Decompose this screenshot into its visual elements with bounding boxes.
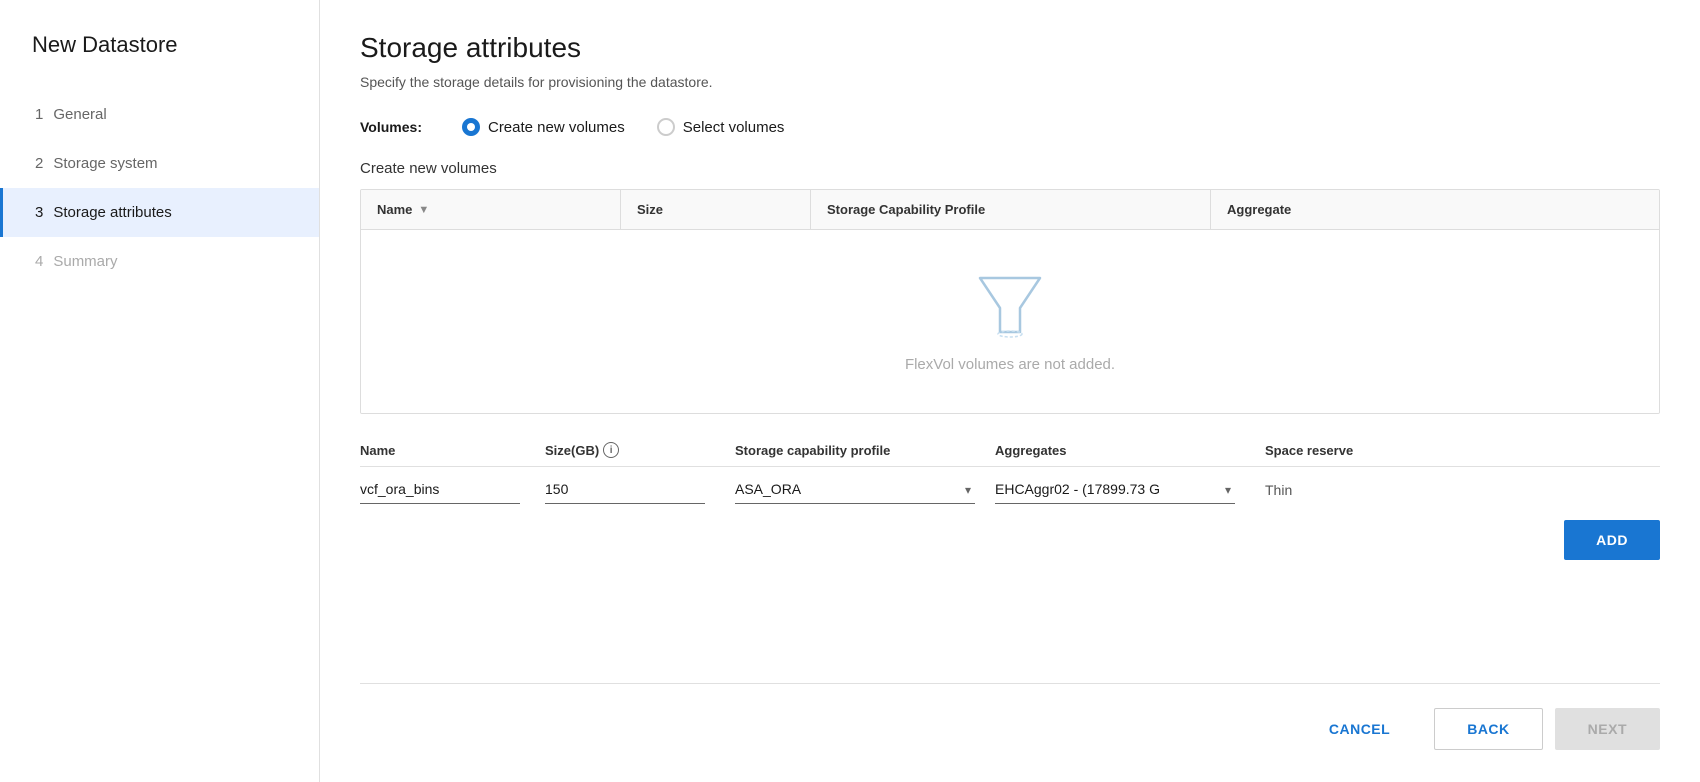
nav-label-storage-system: Storage system — [53, 155, 157, 172]
sidebar: New Datastore 1 General 2 Storage system… — [0, 0, 320, 782]
add-form: Name Size(GB) i Storage capability profi… — [360, 438, 1660, 504]
radio-create-circle — [462, 118, 480, 136]
col-name: Name ▼ — [361, 190, 621, 229]
nav-num-summary: 4 — [35, 253, 43, 270]
sidebar-item-general[interactable]: 1 General — [0, 90, 319, 139]
add-btn-row: ADD — [360, 520, 1660, 560]
nav-label-summary: Summary — [53, 253, 117, 270]
sidebar-item-storage-system[interactable]: 2 Storage system — [0, 139, 319, 188]
funnel-icon — [970, 270, 1050, 340]
form-cell-aggregates: EHCAggr02 - (17899.73 G ▾ — [995, 475, 1265, 504]
form-label-aggregates: Aggregates — [995, 438, 1265, 462]
nav-num-storage-system: 2 — [35, 155, 43, 172]
volumes-label: Volumes: — [360, 119, 422, 135]
form-header: Name Size(GB) i Storage capability profi… — [360, 438, 1660, 467]
scp-select-wrapper: ASA_ORA ▾ — [735, 475, 975, 504]
radio-select-circle — [657, 118, 675, 136]
col-scp: Storage Capability Profile — [811, 190, 1211, 229]
sidebar-nav: 1 General 2 Storage system 3 Storage att… — [0, 90, 319, 286]
volumes-table: Name ▼ Size Storage Capability Profile A… — [360, 189, 1660, 414]
form-row: ASA_ORA ▾ EHCAggr02 - (17899.73 G ▾ Thin — [360, 475, 1660, 504]
size-input[interactable] — [545, 475, 705, 504]
radio-select-label: Select volumes — [683, 119, 785, 136]
aggregates-select[interactable]: EHCAggr02 - (17899.73 G — [995, 475, 1235, 504]
space-reserve-value: Thin — [1265, 476, 1292, 504]
form-cell-space-reserve: Thin — [1265, 482, 1445, 498]
table-header: Name ▼ Size Storage Capability Profile A… — [361, 190, 1659, 230]
form-cell-size — [545, 475, 735, 504]
filter-icon[interactable]: ▼ — [418, 204, 429, 216]
nav-num-storage-attributes: 3 — [35, 204, 43, 221]
sidebar-item-storage-attributes[interactable]: 3 Storage attributes — [0, 188, 319, 237]
nav-label-storage-attributes: Storage attributes — [53, 204, 171, 221]
size-info-icon[interactable]: i — [603, 442, 619, 458]
scp-select[interactable]: ASA_ORA — [735, 475, 975, 504]
main-content: Storage attributes Specify the storage d… — [320, 0, 1700, 782]
page-title: Storage attributes — [360, 32, 1660, 64]
next-button: NEXT — [1555, 708, 1660, 750]
col-size: Size — [621, 190, 811, 229]
back-button[interactable]: BACK — [1434, 708, 1542, 750]
sidebar-item-summary[interactable]: 4 Summary — [0, 237, 319, 286]
radio-select-volumes[interactable]: Select volumes — [657, 118, 785, 136]
section-label: Create new volumes — [360, 160, 1660, 177]
name-input[interactable] — [360, 475, 520, 504]
col-aggregate: Aggregate — [1211, 190, 1659, 229]
footer: CANCEL BACK NEXT — [360, 683, 1660, 750]
form-label-name: Name — [360, 438, 545, 462]
form-label-space-reserve: Space reserve — [1265, 438, 1445, 462]
form-label-size: Size(GB) i — [545, 438, 735, 462]
sidebar-title: New Datastore — [0, 32, 319, 90]
form-label-scp: Storage capability profile — [735, 438, 995, 462]
nav-label-general: General — [53, 106, 106, 123]
cancel-button[interactable]: CANCEL — [1297, 709, 1422, 749]
form-cell-scp: ASA_ORA ▾ — [735, 475, 995, 504]
add-button[interactable]: ADD — [1564, 520, 1660, 560]
radio-create-label: Create new volumes — [488, 119, 625, 136]
empty-state: FlexVol volumes are not added. — [361, 230, 1659, 413]
radio-create-volumes[interactable]: Create new volumes — [462, 118, 625, 136]
page-subtitle: Specify the storage details for provisio… — [360, 74, 1660, 90]
volumes-row: Volumes: Create new volumes Select volum… — [360, 118, 1660, 136]
form-cell-name — [360, 475, 545, 504]
aggregates-select-wrapper: EHCAggr02 - (17899.73 G ▾ — [995, 475, 1235, 504]
empty-message: FlexVol volumes are not added. — [905, 356, 1115, 373]
nav-num-general: 1 — [35, 106, 43, 123]
